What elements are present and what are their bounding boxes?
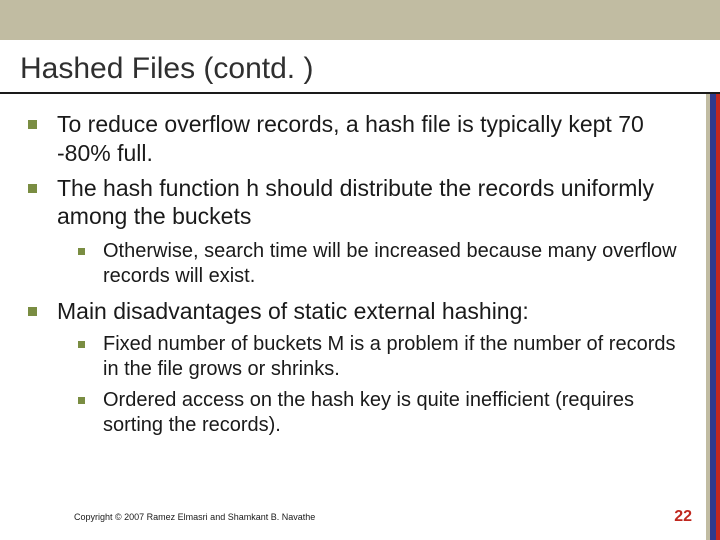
sub-bullet-text: Otherwise, search time will be increased… xyxy=(103,239,690,289)
header-band xyxy=(0,0,720,40)
sub-bullet-item: Fixed number of buckets M is a problem i… xyxy=(78,332,690,382)
bullet-text: The hash function h should distribute th… xyxy=(57,174,690,232)
square-bullet-icon xyxy=(78,397,85,404)
square-bullet-icon xyxy=(78,248,85,255)
square-bullet-icon xyxy=(78,341,85,348)
bullet-text: To reduce overflow records, a hash file … xyxy=(57,110,690,168)
copyright-text: Copyright © 2007 Ramez Elmasri and Shamk… xyxy=(74,512,315,522)
page-number: 22 xyxy=(674,508,692,526)
sub-bullet-item: Otherwise, search time will be increased… xyxy=(78,239,690,289)
bullet-item: The hash function h should distribute th… xyxy=(28,174,690,232)
sub-bullet-item: Ordered access on the hash key is quite … xyxy=(78,388,690,438)
sub-bullet-text: Ordered access on the hash key is quite … xyxy=(103,388,690,438)
square-bullet-icon xyxy=(28,184,37,193)
bullet-text: Main disadvantages of static external ha… xyxy=(57,297,690,326)
bullet-item: Main disadvantages of static external ha… xyxy=(28,297,690,326)
slide-title: Hashed Files (contd. ) xyxy=(20,52,313,86)
square-bullet-icon xyxy=(28,307,37,316)
content-area: To reduce overflow records, a hash file … xyxy=(28,110,690,442)
bullet-item: To reduce overflow records, a hash file … xyxy=(28,110,690,168)
right-stripe-red xyxy=(716,94,720,540)
square-bullet-icon xyxy=(28,120,37,129)
title-underline xyxy=(0,92,720,94)
sub-bullet-text: Fixed number of buckets M is a problem i… xyxy=(103,332,690,382)
